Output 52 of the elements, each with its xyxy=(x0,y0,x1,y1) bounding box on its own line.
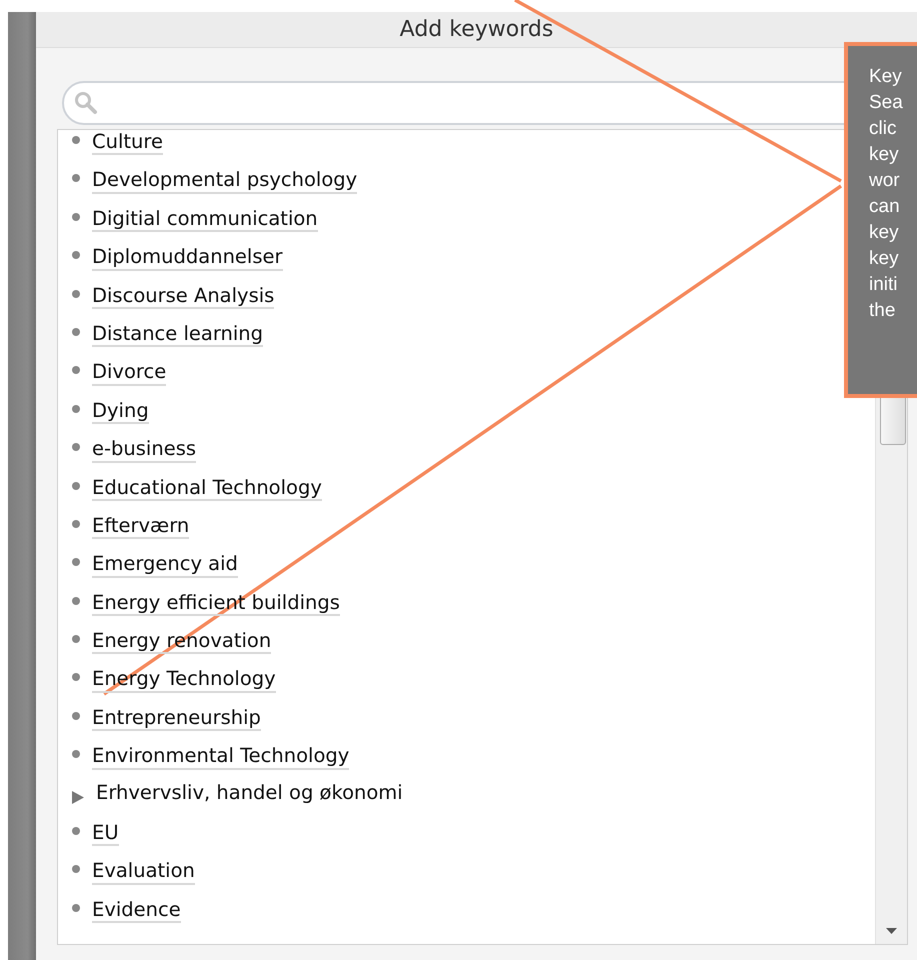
bullet-icon xyxy=(72,251,80,260)
callout-text-line: the xyxy=(869,299,896,323)
bullet-icon xyxy=(72,328,80,336)
bullet-icon xyxy=(72,290,80,298)
keyword-link[interactable]: Divorce xyxy=(92,360,166,386)
keyword-link[interactable]: Entrepreneurship xyxy=(92,706,261,732)
callout-text-line: clic xyxy=(869,117,898,141)
bullet-icon xyxy=(72,635,80,644)
callout-text-line: wor xyxy=(869,169,901,193)
callout-text-line: Key xyxy=(869,65,903,89)
scroll-down-icon[interactable] xyxy=(886,928,897,934)
callout-text-line: key xyxy=(869,247,900,271)
keyword-link[interactable]: Environmental Technology xyxy=(92,744,350,770)
keyword-link[interactable]: Efterværn xyxy=(92,514,190,540)
expand-arrow-icon[interactable] xyxy=(72,790,84,804)
keyword-link[interactable]: e-business xyxy=(92,437,196,463)
keyword-link[interactable]: Dying xyxy=(92,398,149,424)
search-icon xyxy=(74,91,98,115)
bullet-icon xyxy=(72,712,80,720)
bullet-icon xyxy=(72,904,80,912)
keyword-link[interactable]: Digitial communication xyxy=(92,206,318,232)
bullet-icon xyxy=(72,212,80,221)
keyword-link[interactable]: Culture xyxy=(92,130,163,156)
keyword-category[interactable]: Erhvervsliv, handel og økonomi xyxy=(96,780,403,804)
keyword-link[interactable]: EU xyxy=(92,821,119,846)
callout-text-line: initi xyxy=(869,273,899,297)
bullet-icon xyxy=(72,596,80,605)
keyword-link[interactable]: Diplomuddannelser xyxy=(92,245,283,271)
bullet-icon xyxy=(72,443,80,452)
bullet-icon xyxy=(72,520,80,528)
callout-text-line: key xyxy=(869,221,900,245)
dialog-title: Add keywords xyxy=(400,16,554,44)
bullet-icon xyxy=(72,673,80,682)
callout-text-line: Sea xyxy=(869,91,904,115)
bullet-icon xyxy=(72,404,80,413)
keyword-link[interactable]: Educational Technology xyxy=(92,476,322,501)
keyword-link[interactable]: Evidence xyxy=(92,898,181,924)
keyword-link[interactable]: Emergency aid xyxy=(92,552,238,578)
bullet-icon xyxy=(72,558,80,566)
keyword-link[interactable]: Developmental psychology xyxy=(92,168,358,194)
keyword-link[interactable]: Distance learning xyxy=(92,322,264,348)
bullet-icon xyxy=(72,136,80,144)
callout-text-line: key xyxy=(869,143,900,167)
bullet-icon xyxy=(72,865,80,874)
keyword-link[interactable]: Evaluation xyxy=(92,859,195,885)
bullet-icon xyxy=(72,366,80,374)
callout-text-line: can xyxy=(869,195,901,219)
bullet-icon xyxy=(72,482,80,490)
bullet-icon xyxy=(72,174,80,182)
keyword-link[interactable]: Discourse Analysis xyxy=(92,284,274,309)
bullet-icon xyxy=(72,750,80,758)
bullet-icon xyxy=(72,827,80,836)
